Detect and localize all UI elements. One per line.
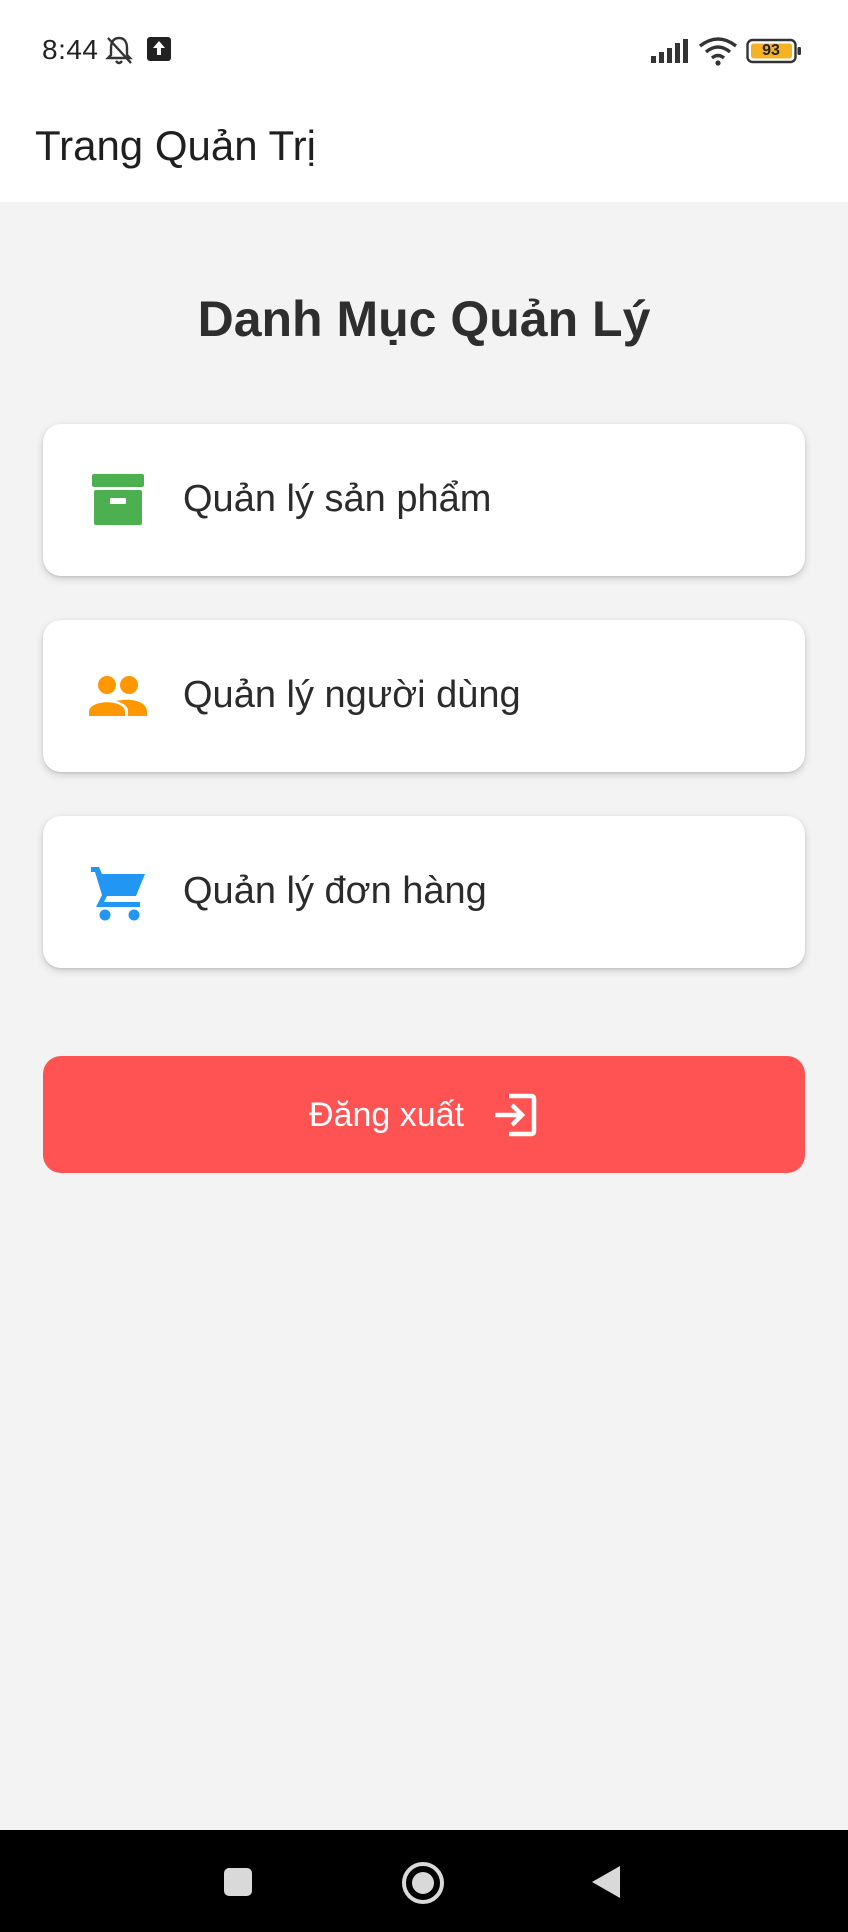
back-icon[interactable] bbox=[590, 1864, 622, 1900]
menu-item-label: Quản lý sản phẩm bbox=[183, 478, 492, 520]
menu-item-users[interactable]: Quản lý người dùng bbox=[43, 620, 805, 772]
page-title: Trang Quản Trị bbox=[35, 122, 316, 169]
home-icon[interactable] bbox=[400, 1860, 446, 1906]
logout-icon bbox=[495, 1093, 537, 1137]
shopping-cart-icon bbox=[91, 867, 145, 921]
logout-label: Đăng xuất bbox=[309, 1096, 464, 1134]
signal-icon bbox=[651, 39, 688, 63]
section-title: Danh Mục Quản Lý bbox=[197, 291, 651, 347]
status-time: 8:44 bbox=[42, 34, 99, 65]
archive-box-icon bbox=[92, 474, 144, 525]
menu-item-orders[interactable]: Quản lý đơn hàng bbox=[43, 816, 805, 968]
app-bar: Trang Quản Trị bbox=[0, 100, 848, 202]
upload-icon bbox=[147, 37, 171, 61]
people-icon bbox=[89, 676, 147, 716]
recents-icon[interactable] bbox=[222, 1866, 254, 1898]
menu-item-label: Quản lý người dùng bbox=[183, 674, 521, 716]
bell-off-icon bbox=[105, 36, 133, 65]
battery-level: 93 bbox=[762, 42, 780, 59]
menu-item-products[interactable]: Quản lý sản phẩm bbox=[43, 424, 805, 576]
menu-item-label: Quản lý đơn hàng bbox=[183, 870, 487, 912]
system-nav-bar bbox=[0, 1830, 848, 1932]
status-bar: 8:44 93 bbox=[0, 0, 848, 100]
wifi-icon bbox=[698, 37, 738, 66]
logout-button[interactable]: Đăng xuất bbox=[43, 1056, 805, 1173]
